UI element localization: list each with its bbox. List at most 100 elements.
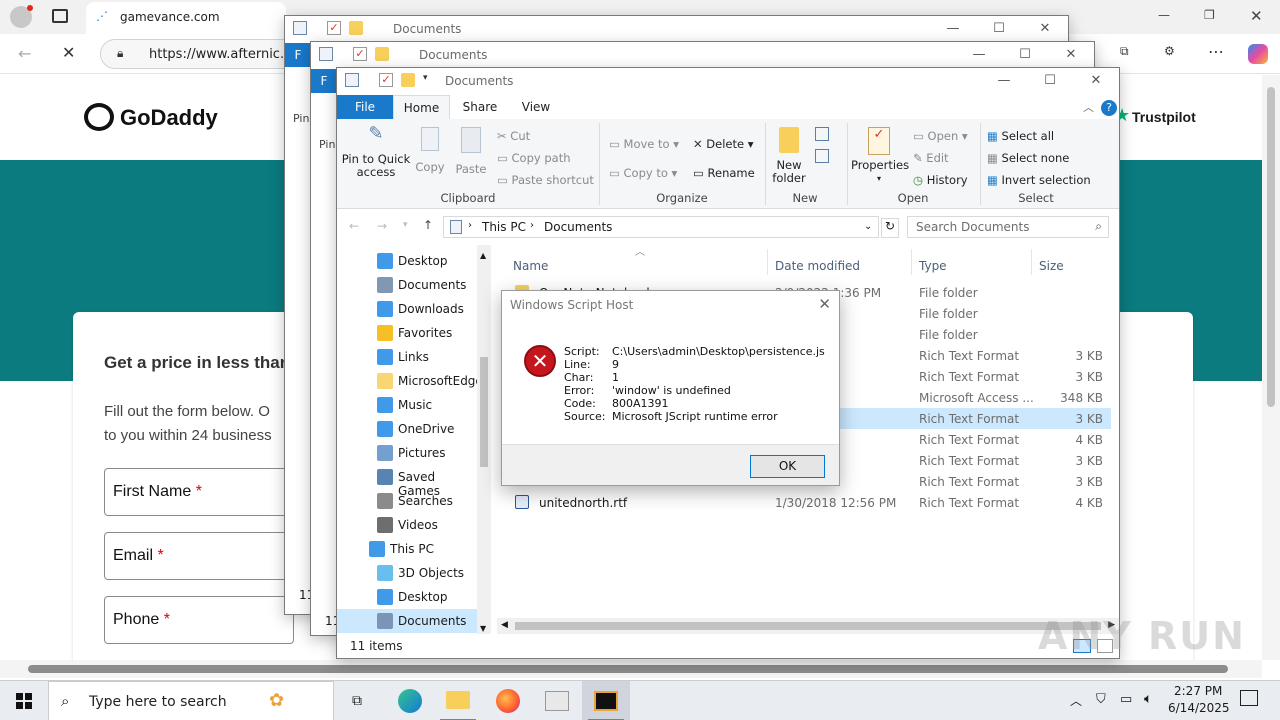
refresh-icon[interactable]: ↻	[881, 218, 899, 238]
column-type[interactable]: Type	[919, 259, 947, 273]
clock-time[interactable]: 2:27 PM	[1174, 684, 1222, 698]
taskbar-script-app[interactable]	[533, 681, 581, 720]
properties-button[interactable]: ✓ Properties ▾	[851, 127, 909, 185]
tab-actions-icon[interactable]	[52, 9, 68, 23]
new-folder-button[interactable]: New folder	[769, 127, 809, 185]
close-icon[interactable]: ✕	[1250, 7, 1263, 25]
start-button[interactable]	[0, 681, 48, 720]
security-icon[interactable]: ⛉	[1096, 692, 1106, 707]
nav-item[interactable]: Saved Games	[337, 465, 477, 498]
copilot-icon[interactable]	[1248, 44, 1268, 64]
profile-avatar-icon[interactable]	[10, 5, 33, 28]
file-list-hscrollbar[interactable]: ◀ ▶	[497, 618, 1119, 634]
page-vertical-scrollbar[interactable]	[1262, 75, 1280, 660]
nav-item[interactable]: Desktop	[337, 249, 477, 273]
properties-icon[interactable]	[293, 21, 307, 35]
delete-button[interactable]: ✕ Delete ▾	[693, 137, 754, 151]
copy-button[interactable]: Copy	[413, 127, 447, 174]
properties-icon[interactable]	[319, 47, 333, 61]
stop-loading-icon[interactable]: ✕	[62, 43, 75, 62]
minimize-icon[interactable]: —	[956, 42, 1002, 68]
checkbox-icon[interactable]: ✓	[327, 21, 341, 35]
pin-to-quick-access-button[interactable]: ✎ Pin to Quick access	[341, 125, 411, 179]
window-titlebar[interactable]: ✓ Documents — ☐ ✕	[311, 42, 1094, 68]
move-to-button[interactable]: ▭ Move to ▾	[609, 137, 679, 151]
edit-button[interactable]: ✎ Edit	[913, 151, 949, 165]
invert-selection-button[interactable]: ▦ Invert selection	[987, 173, 1091, 187]
phone-field[interactable]: Phone *	[104, 596, 294, 644]
address-dropdown-icon[interactable]: ⌄	[864, 221, 872, 232]
file-tab[interactable]: F	[311, 69, 337, 93]
window-titlebar[interactable]: ✓ Documents — ☐ ✕	[285, 16, 1068, 42]
clock-date[interactable]: 6/14/2025	[1168, 701, 1230, 715]
nav-item[interactable]: Pictures	[337, 441, 477, 465]
maximize-icon[interactable]: ☐	[1002, 42, 1048, 68]
forward-icon[interactable]: →	[377, 219, 387, 233]
folder-icon[interactable]	[375, 47, 389, 61]
new-item-icon[interactable]	[815, 127, 829, 141]
task-view-button[interactable]: ⧉	[336, 681, 384, 720]
nav-item[interactable]: MicrosoftEdge	[337, 369, 483, 393]
copy-path-button[interactable]: ▭ Copy path	[497, 151, 571, 165]
taskbar-search-field[interactable]: ⌕ Type here to search ✿	[48, 681, 334, 720]
taskbar-file-explorer[interactable]	[434, 681, 482, 720]
script-host-dialog[interactable]: Windows Script Host ✕ ✕ Script: Line: Ch…	[501, 290, 840, 486]
nav-item[interactable]: Documents	[337, 273, 477, 297]
recent-locations-icon[interactable]: ▾	[403, 220, 408, 230]
checkbox-icon[interactable]: ✓	[379, 73, 393, 87]
nav-item[interactable]: Documents	[337, 609, 477, 633]
nav-item[interactable]: Searches	[337, 489, 477, 513]
network-icon[interactable]: ▭	[1120, 692, 1132, 707]
customize-qat-icon[interactable]: ▾	[423, 73, 428, 83]
column-name[interactable]: Name	[513, 259, 548, 273]
collapse-ribbon-icon[interactable]: ︿	[1083, 99, 1094, 115]
file-tab[interactable]: F	[285, 43, 311, 67]
checkbox-icon[interactable]: ✓	[353, 47, 367, 61]
restore-icon[interactable]: ❐	[1204, 8, 1215, 22]
nav-item[interactable]: Videos	[337, 513, 477, 537]
more-options-icon[interactable]: ⋯	[1208, 42, 1224, 61]
paste-button[interactable]: Paste	[453, 127, 489, 176]
taskbar-edge[interactable]	[386, 681, 434, 720]
tab-view[interactable]: View	[508, 95, 564, 119]
taskbar-wsh[interactable]	[582, 681, 630, 720]
volume-icon[interactable]: 🔈︎	[1144, 691, 1152, 707]
paste-shortcut-button[interactable]: ▭ Paste shortcut	[497, 173, 594, 187]
tab-share[interactable]: Share	[452, 95, 508, 119]
nav-item[interactable]: Downloads	[337, 297, 477, 321]
breadcrumb-this-pc[interactable]: This PC	[482, 220, 526, 234]
close-icon[interactable]: ✕	[1048, 42, 1094, 68]
show-hidden-icons-icon[interactable]: ︿	[1070, 692, 1082, 709]
minimize-icon[interactable]: —	[930, 16, 976, 42]
rename-button[interactable]: ▭ Rename	[693, 166, 755, 180]
tab-file[interactable]: File	[337, 95, 393, 119]
nav-item[interactable]: This PC	[337, 537, 477, 561]
nav-item[interactable]: Desktop	[337, 585, 477, 609]
close-icon[interactable]: ✕	[1073, 68, 1119, 94]
breadcrumb-documents[interactable]: Documents	[544, 220, 612, 234]
history-button[interactable]: ◷ History	[913, 173, 968, 187]
help-icon[interactable]: ?	[1101, 100, 1117, 116]
easy-access-icon[interactable]	[815, 149, 829, 163]
cut-button[interactable]: ✂ Cut	[497, 129, 530, 143]
back-icon[interactable]: ←	[18, 44, 31, 63]
ok-button[interactable]: OK	[750, 455, 825, 478]
folder-icon[interactable]	[349, 21, 363, 35]
file-row[interactable]: unitednorth.rtf 1/30/2018 12:56 PM Rich Te…	[505, 492, 1111, 513]
minimize-icon[interactable]: —	[1158, 8, 1170, 22]
properties-icon[interactable]	[345, 73, 359, 87]
nav-pane-scrollbar[interactable]: ▲ ▼	[477, 245, 491, 637]
notifications-icon[interactable]	[1240, 690, 1258, 706]
page-horizontal-scrollbar[interactable]	[0, 660, 1262, 678]
extensions-icon[interactable]: ⚙	[1164, 44, 1175, 58]
back-icon[interactable]: ←	[349, 219, 359, 233]
url-field[interactable]: 🔒︎ https://www.afternic.c	[100, 39, 300, 69]
tab-home[interactable]: Home	[393, 95, 450, 119]
collections-icon[interactable]: ⧉	[1120, 44, 1129, 59]
select-all-button[interactable]: ▦ Select all	[987, 129, 1054, 143]
email-field[interactable]: Email *	[104, 532, 294, 580]
browser-tab[interactable]: ⋰ gamevance.com	[86, 2, 286, 34]
nav-item[interactable]: 3D Objects	[337, 561, 477, 585]
taskbar-firefox[interactable]	[484, 681, 532, 720]
nav-item[interactable]: Music	[337, 393, 477, 417]
